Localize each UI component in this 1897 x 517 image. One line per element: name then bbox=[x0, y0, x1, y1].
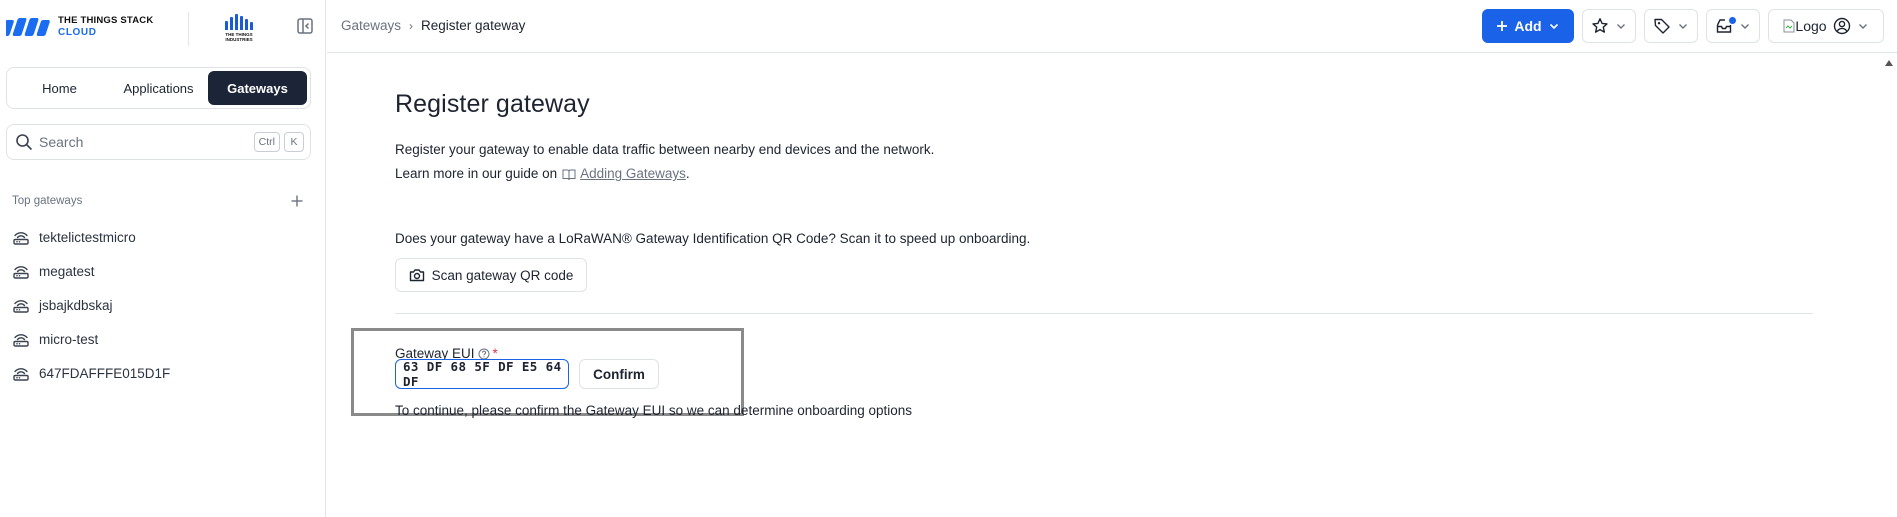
brand-line-2: CLOUD bbox=[58, 27, 97, 38]
search-icon bbox=[16, 134, 32, 150]
plus-icon bbox=[1497, 21, 1508, 31]
broken-logo-image: Logo bbox=[1783, 18, 1827, 34]
add-gateway-plus-icon[interactable] bbox=[290, 194, 304, 208]
gateway-item-label: tektelictestmicro bbox=[39, 229, 136, 245]
gateway-item-label: megatest bbox=[39, 263, 95, 279]
collapse-sidebar-icon[interactable] bbox=[296, 17, 314, 35]
top-gateways-header: Top gateways bbox=[12, 192, 304, 210]
qr-code-question: Does your gateway have a LoRaWAN® Gatewa… bbox=[395, 231, 1031, 246]
tag-icon bbox=[1654, 18, 1670, 34]
tti-logo-bars bbox=[222, 14, 256, 30]
top-gateways-list: tektelictestmicro megatest jsbajkdbskaj bbox=[12, 220, 302, 390]
tags-button[interactable] bbox=[1644, 9, 1698, 43]
bookmarks-button[interactable] bbox=[1582, 9, 1636, 43]
gateway-icon bbox=[13, 300, 29, 313]
main-content: Register gateway Register your gateway t… bbox=[327, 54, 1881, 517]
user-avatar-icon bbox=[1833, 17, 1850, 35]
page-description: Register your gateway to enable data tra… bbox=[395, 142, 935, 157]
top-header: Gateways › Register gateway Add Logo bbox=[327, 0, 1897, 53]
help-icon[interactable] bbox=[478, 348, 490, 360]
tti-logo-text: THE THINGS INDUSTRIES bbox=[222, 32, 256, 42]
top-gateways-label: Top gateways bbox=[12, 195, 83, 207]
the-things-industries-logo[interactable]: THE THINGS INDUSTRIES bbox=[222, 14, 256, 44]
gateway-item-jsbajkdbskaj[interactable]: jsbajkdbskaj bbox=[12, 288, 302, 322]
gateway-item-megatest[interactable]: megatest bbox=[12, 254, 302, 288]
tab-gateways[interactable]: Gateways bbox=[208, 71, 307, 105]
gateway-item-label: jsbajkdbskaj bbox=[39, 297, 113, 313]
gateway-item-label: 647FDAFFFE015D1F bbox=[39, 365, 171, 381]
breadcrumb-current: Register gateway bbox=[421, 18, 526, 33]
the-things-stack-logo[interactable]: THE THINGS STACK CLOUD bbox=[6, 15, 156, 39]
chevron-down-icon bbox=[1679, 24, 1687, 29]
the-things-stack-logo-mark bbox=[6, 18, 50, 36]
tab-home[interactable]: Home bbox=[10, 71, 109, 105]
breadcrumb-chevron-icon: › bbox=[409, 18, 414, 33]
book-icon bbox=[562, 169, 576, 180]
tti-logo-line-2: INDUSTRIES bbox=[225, 37, 253, 42]
the-things-stack-wordmark: THE THINGS STACK CLOUD bbox=[58, 15, 153, 39]
add-button[interactable]: Add bbox=[1482, 9, 1574, 43]
chevron-down-icon bbox=[1858, 24, 1867, 29]
gateway-item-label: micro-test bbox=[39, 331, 99, 347]
scan-qr-code-label: Scan gateway QR code bbox=[431, 267, 574, 283]
section-divider bbox=[395, 313, 1813, 314]
notification-dot bbox=[1729, 17, 1736, 24]
confirm-hint-text: To continue, please confirm the Gateway … bbox=[395, 403, 913, 418]
chevron-down-icon bbox=[1617, 24, 1625, 29]
camera-icon bbox=[409, 269, 424, 282]
gateway-item-micro-test[interactable]: micro-test bbox=[12, 322, 302, 356]
breadcrumb: Gateways › Register gateway bbox=[341, 18, 525, 33]
gateway-icon bbox=[13, 368, 29, 381]
gateway-icon bbox=[13, 266, 29, 279]
add-button-label: Add bbox=[1514, 18, 1542, 34]
broken-image-icon bbox=[1783, 19, 1795, 33]
guide-suffix: . bbox=[685, 166, 690, 181]
adding-gateways-link[interactable]: Adding Gateways bbox=[580, 166, 686, 181]
sidebar: THE THINGS STACK CLOUD THE THINGS INDUST… bbox=[0, 0, 326, 517]
scan-qr-code-button[interactable]: Scan gateway QR code bbox=[395, 258, 587, 292]
page-title: Register gateway bbox=[395, 90, 590, 118]
profile-menu-button[interactable]: Logo bbox=[1768, 9, 1884, 43]
guide-line: Learn more in our guide on Adding Gatewa… bbox=[395, 166, 690, 181]
brand-divider bbox=[188, 12, 189, 46]
main-scrollbar[interactable] bbox=[1881, 54, 1897, 517]
notifications-button[interactable] bbox=[1706, 9, 1760, 43]
gateway-eui-input[interactable]: 63 DF 68 5F DF E5 64 DF bbox=[395, 359, 569, 389]
main-nav-tabs: Home Applications Gateways bbox=[6, 67, 311, 109]
tab-applications[interactable]: Applications bbox=[109, 71, 208, 105]
star-icon bbox=[1592, 18, 1608, 33]
scroll-up-arrow-icon[interactable] bbox=[1885, 60, 1893, 66]
breadcrumb-gateways-link[interactable]: Gateways bbox=[341, 18, 401, 33]
brand-area: THE THINGS STACK CLOUD THE THINGS INDUST… bbox=[0, 0, 326, 53]
chevron-down-icon bbox=[1549, 23, 1558, 30]
shortcut-k-key: K bbox=[284, 132, 304, 152]
gateway-item-tektelictestmicro[interactable]: tektelictestmicro bbox=[12, 220, 302, 254]
chevron-down-icon bbox=[1741, 24, 1749, 29]
gateway-icon bbox=[13, 232, 29, 245]
gateway-icon bbox=[13, 334, 29, 347]
confirm-button[interactable]: Confirm bbox=[579, 359, 659, 389]
shortcut-ctrl-key: Ctrl bbox=[253, 132, 280, 152]
brand-line-1: THE THINGS STACK bbox=[58, 15, 154, 26]
guide-prefix: Learn more in our guide on bbox=[395, 166, 558, 181]
gateway-item-647fdafffe015d1f[interactable]: 647FDAFFFE015D1F bbox=[12, 356, 302, 390]
search-input[interactable]: Search Ctrl K bbox=[6, 124, 311, 160]
search-placeholder: Search bbox=[39, 134, 84, 150]
logo-alt-text: Logo bbox=[1795, 18, 1827, 34]
